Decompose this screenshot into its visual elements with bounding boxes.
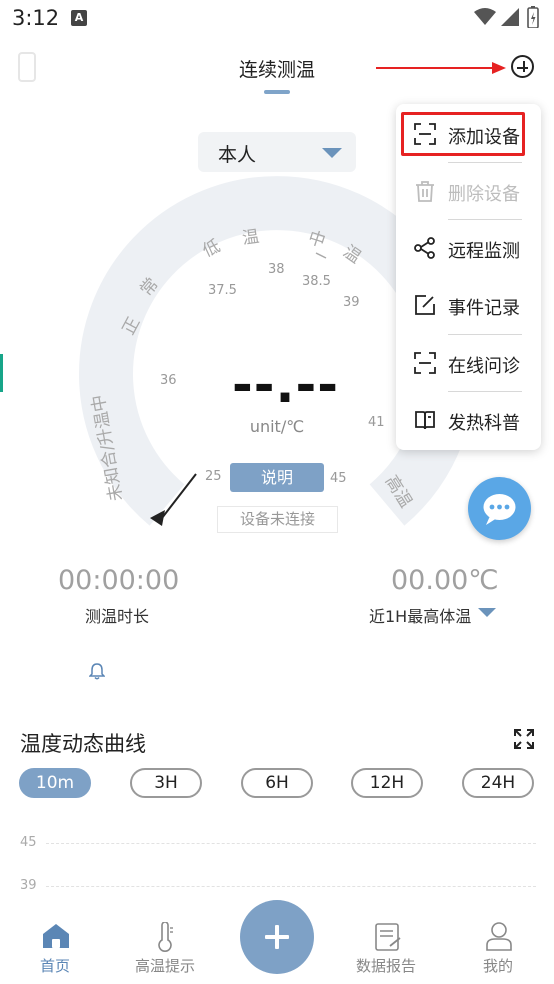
max-temp-value: 00.00℃ (391, 565, 499, 596)
wifi-icon (474, 8, 496, 25)
range-12h[interactable]: 12H (351, 768, 423, 798)
svg-text:38.5: 38.5 (302, 274, 331, 289)
duration-value: 00:00:00 (58, 565, 180, 596)
grid-label: 39 (20, 878, 37, 893)
grid-label: 45 (20, 835, 37, 850)
grid-line (46, 843, 536, 844)
battery-status-icon (527, 6, 539, 28)
book-icon (415, 411, 435, 430)
range-24h[interactable]: 24H (462, 768, 534, 798)
svg-text:37.5: 37.5 (208, 283, 237, 298)
menu-delete-device[interactable]: 删除设备 (396, 163, 541, 220)
caret-down-icon (322, 148, 342, 158)
menu-fever-science[interactable]: 发热科普 (396, 392, 541, 449)
nav-report-label[interactable]: 数据报告 (356, 955, 416, 976)
report-icon[interactable] (374, 922, 402, 952)
bell-icon[interactable] (89, 662, 105, 680)
menu-remote-monitor[interactable]: 远程监测 (396, 220, 541, 277)
explain-button[interactable]: 说明 (230, 463, 324, 492)
red-arrow-annotation (376, 62, 506, 74)
temperature-reading: --.-- (232, 356, 340, 414)
range-3h[interactable]: 3H (130, 768, 202, 798)
caret-down-icon[interactable] (478, 608, 496, 617)
trash-icon (416, 181, 434, 202)
svg-text:25: 25 (205, 469, 222, 484)
highlight-annotation (401, 112, 525, 156)
signal-icon (501, 8, 519, 26)
grid-line (46, 886, 536, 887)
nav-profile-label[interactable]: 我的 (483, 955, 513, 976)
range-6h[interactable]: 6H (241, 768, 313, 798)
center-add-button[interactable] (240, 900, 314, 974)
menu-event-log[interactable]: 事件记录 (396, 277, 541, 334)
nav-home-label[interactable]: 首页 (40, 955, 70, 976)
fullscreen-icon[interactable] (513, 728, 535, 750)
menu-item-label: 在线问诊 (448, 356, 520, 377)
svg-text:45: 45 (330, 471, 347, 486)
max-temp-label[interactable]: 近1H最高体温 (369, 603, 471, 627)
device-status: 设备未连接 (217, 506, 338, 533)
range-10m[interactable]: 10m (19, 768, 91, 798)
thermometer-icon[interactable] (154, 922, 176, 952)
status-time: 3:12 (12, 6, 60, 30)
add-menu-button[interactable] (511, 55, 534, 78)
menu-item-label: 事件记录 (448, 298, 520, 319)
status-bar: 3:12 A (0, 0, 554, 36)
duration-label: 测温时长 (85, 607, 150, 626)
menu-item-label: 删除设备 (448, 184, 520, 205)
svg-text:38: 38 (268, 262, 285, 277)
home-icon[interactable] (41, 922, 71, 950)
svg-text:36: 36 (160, 373, 177, 388)
share-icon (414, 237, 435, 259)
edit-icon (415, 295, 435, 315)
menu-item-label: 发热科普 (448, 413, 520, 434)
notification-a-icon: A (71, 10, 87, 26)
curve-title: 温度动态曲线 (20, 732, 146, 756)
nav-alert-label[interactable]: 高温提示 (135, 955, 195, 976)
svg-text:温: 温 (241, 227, 261, 249)
menu-online-consult[interactable]: 在线问诊 (396, 335, 541, 392)
scan-icon (414, 352, 436, 374)
svg-text:39: 39 (343, 295, 360, 310)
chat-bubble-icon (483, 494, 516, 525)
menu-item-label: 远程监测 (448, 241, 520, 262)
profile-icon[interactable] (485, 921, 513, 951)
chat-button[interactable] (468, 477, 531, 540)
title-indicator (264, 90, 290, 94)
